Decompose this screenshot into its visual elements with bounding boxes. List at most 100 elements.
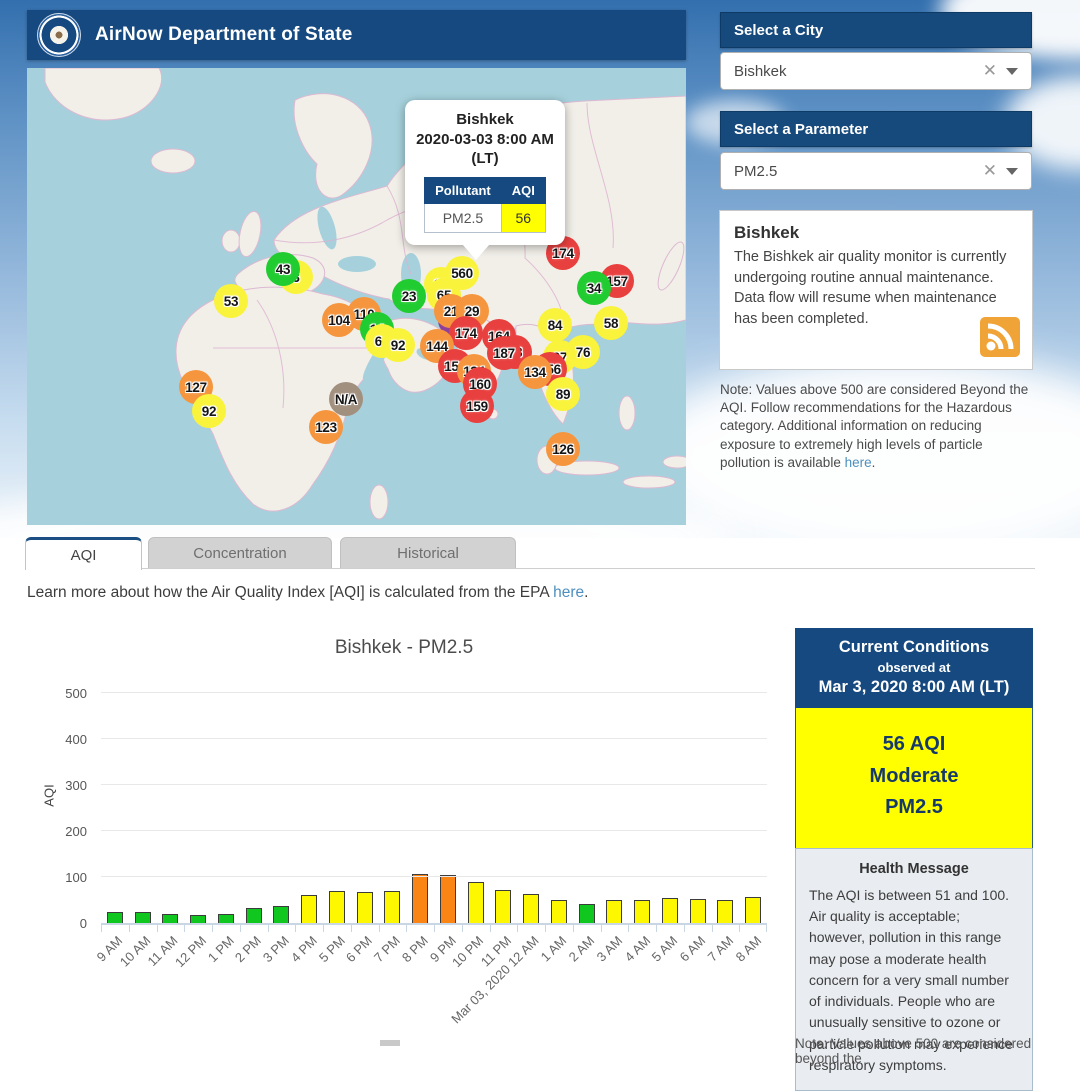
city-dropdown[interactable]: Bishkek ✕ xyxy=(720,52,1032,90)
map-marker[interactable]: N/A xyxy=(329,382,363,416)
x-tick-label: 6 PM xyxy=(343,933,375,965)
map-marker[interactable]: 43 xyxy=(266,252,300,286)
chart-bar[interactable] xyxy=(551,900,567,923)
parameter-caret-icon[interactable] xyxy=(1006,168,1018,175)
chart-bars: 9 AM10 AM11 AM12 PM1 PM2 PM3 PM4 PM5 PM6… xyxy=(101,693,767,923)
current-conditions-panel: Current Conditions observed at Mar 3, 20… xyxy=(795,628,1033,1091)
chart-bar[interactable] xyxy=(468,882,484,923)
popup-tail xyxy=(463,245,489,260)
map-marker[interactable]: 134 xyxy=(518,355,552,389)
x-tick-label: 8 AM xyxy=(732,933,764,965)
chart-bar[interactable] xyxy=(218,914,234,923)
map-marker[interactable]: 560 xyxy=(445,256,479,290)
map-marker[interactable]: 187 xyxy=(487,336,521,370)
chart-bar[interactable] xyxy=(634,900,650,923)
aqi-value: 56 AQI xyxy=(796,729,1032,761)
gridline xyxy=(101,784,767,785)
x-tick-label: 3 AM xyxy=(593,933,625,965)
chart-bar[interactable] xyxy=(662,898,678,923)
x-tick-label: 1 AM xyxy=(538,933,570,965)
tab-concentration[interactable]: Concentration xyxy=(148,537,332,568)
city-info-box: Bishkek The Bishkek air quality monitor … xyxy=(719,210,1033,370)
world-map[interactable]: 343532311010414649212792N/A1231749065560… xyxy=(27,68,686,525)
x-tick-label: 5 AM xyxy=(649,933,681,965)
gridline xyxy=(101,876,767,877)
map-marker[interactable]: 92 xyxy=(381,328,415,362)
chart-bar[interactable] xyxy=(745,897,761,923)
chart-title: Bishkek - PM2.5 xyxy=(27,637,781,659)
chart-bar[interactable] xyxy=(246,908,262,923)
map-marker[interactable]: 53 xyxy=(214,284,248,318)
x-tick-label: 8 PM xyxy=(399,933,431,965)
popup-col-pollutant: Pollutant xyxy=(425,177,502,203)
current-conditions-title: Current Conditions xyxy=(803,638,1025,657)
x-tick-label: 2 PM xyxy=(232,933,264,965)
chart-bar[interactable] xyxy=(357,892,373,923)
learn-more-link[interactable]: here xyxy=(553,584,584,601)
x-tick-label: 2 AM xyxy=(566,933,598,965)
x-tick-label: 12 PM xyxy=(172,933,209,970)
city-dropdown-value: Bishkek xyxy=(721,63,974,80)
app-title: AirNow Department of State xyxy=(95,24,353,46)
y-tick-label: 500 xyxy=(47,686,87,701)
map-marker[interactable]: 34 xyxy=(577,271,611,305)
x-tick-label: 7 AM xyxy=(704,933,736,965)
map-marker[interactable]: 84 xyxy=(538,308,572,342)
select-parameter-header: Select a Parameter xyxy=(720,111,1032,147)
map-marker[interactable]: 126 xyxy=(546,432,580,466)
current-conditions-header: Current Conditions observed at Mar 3, 20… xyxy=(795,628,1033,708)
tab-historical[interactable]: Historical xyxy=(340,537,516,568)
map-marker[interactable]: 174 xyxy=(449,316,483,350)
sidebar-note-link[interactable]: here xyxy=(845,455,872,470)
chart-bar[interactable] xyxy=(717,900,733,923)
map-marker[interactable]: 92 xyxy=(192,394,226,428)
map-marker[interactable]: 76 xyxy=(566,335,600,369)
popup-table: Pollutant AQI PM2.5 56 xyxy=(424,177,546,233)
chart-bar[interactable] xyxy=(579,904,595,923)
chart-bar[interactable] xyxy=(135,912,151,924)
rss-icon[interactable] xyxy=(980,317,1020,357)
map-marker[interactable]: 159 xyxy=(460,389,494,423)
city-info-body: The Bishkek air quality monitor is curre… xyxy=(734,247,1018,330)
chart-bar[interactable] xyxy=(606,900,622,923)
observed-time: Mar 3, 2020 8:00 AM (LT) xyxy=(803,678,1025,697)
chart-bar[interactable] xyxy=(301,895,317,923)
map-marker[interactable]: 104 xyxy=(322,303,356,337)
gridline xyxy=(101,830,767,831)
city-info-title: Bishkek xyxy=(734,223,1018,243)
health-message-title: Health Message xyxy=(796,861,1032,877)
map-marker[interactable]: 23 xyxy=(392,279,426,313)
popup-col-aqi: AQI xyxy=(501,177,545,203)
chart-bar[interactable] xyxy=(273,906,289,923)
learn-more-text: Learn more about how the Air Quality Ind… xyxy=(27,584,588,602)
tab-aqi[interactable]: AQI xyxy=(25,537,142,570)
department-of-state-seal-logo xyxy=(37,13,81,57)
chart-bar[interactable] xyxy=(384,891,400,923)
chart-bar[interactable] xyxy=(329,891,345,923)
parameter-clear-icon[interactable]: ✕ xyxy=(974,161,1006,181)
observed-at-label: observed at xyxy=(803,660,1025,675)
city-caret-icon[interactable] xyxy=(1006,68,1018,75)
panel-footnote-partial: Note: Values above 500 are considered be… xyxy=(795,1036,1033,1066)
chart-bar[interactable] xyxy=(107,912,123,924)
chart-bar[interactable] xyxy=(162,914,178,923)
chart-bar[interactable] xyxy=(690,899,706,923)
popup-aqi-value: 56 xyxy=(501,203,545,232)
map-marker[interactable]: 123 xyxy=(309,410,343,444)
chart-bar[interactable] xyxy=(523,894,539,923)
parameter-dropdown[interactable]: PM2.5 ✕ xyxy=(720,152,1032,190)
chart-legend-swatch xyxy=(380,1040,400,1046)
y-tick-label: 400 xyxy=(47,732,87,747)
chart-bar[interactable] xyxy=(412,874,428,923)
city-clear-icon[interactable]: ✕ xyxy=(974,61,1006,81)
chart-bar[interactable] xyxy=(440,875,456,923)
x-tick-label: 4 AM xyxy=(621,933,653,965)
chart-bar[interactable] xyxy=(495,890,511,923)
x-tick-label: 10 AM xyxy=(117,933,154,970)
y-tick-label: 0 xyxy=(47,916,87,931)
map-marker[interactable]: 58 xyxy=(594,306,628,340)
chart-bar[interactable] xyxy=(190,915,206,923)
y-tick-label: 200 xyxy=(47,824,87,839)
map-marker[interactable]: 89 xyxy=(546,377,580,411)
gridline xyxy=(101,738,767,739)
